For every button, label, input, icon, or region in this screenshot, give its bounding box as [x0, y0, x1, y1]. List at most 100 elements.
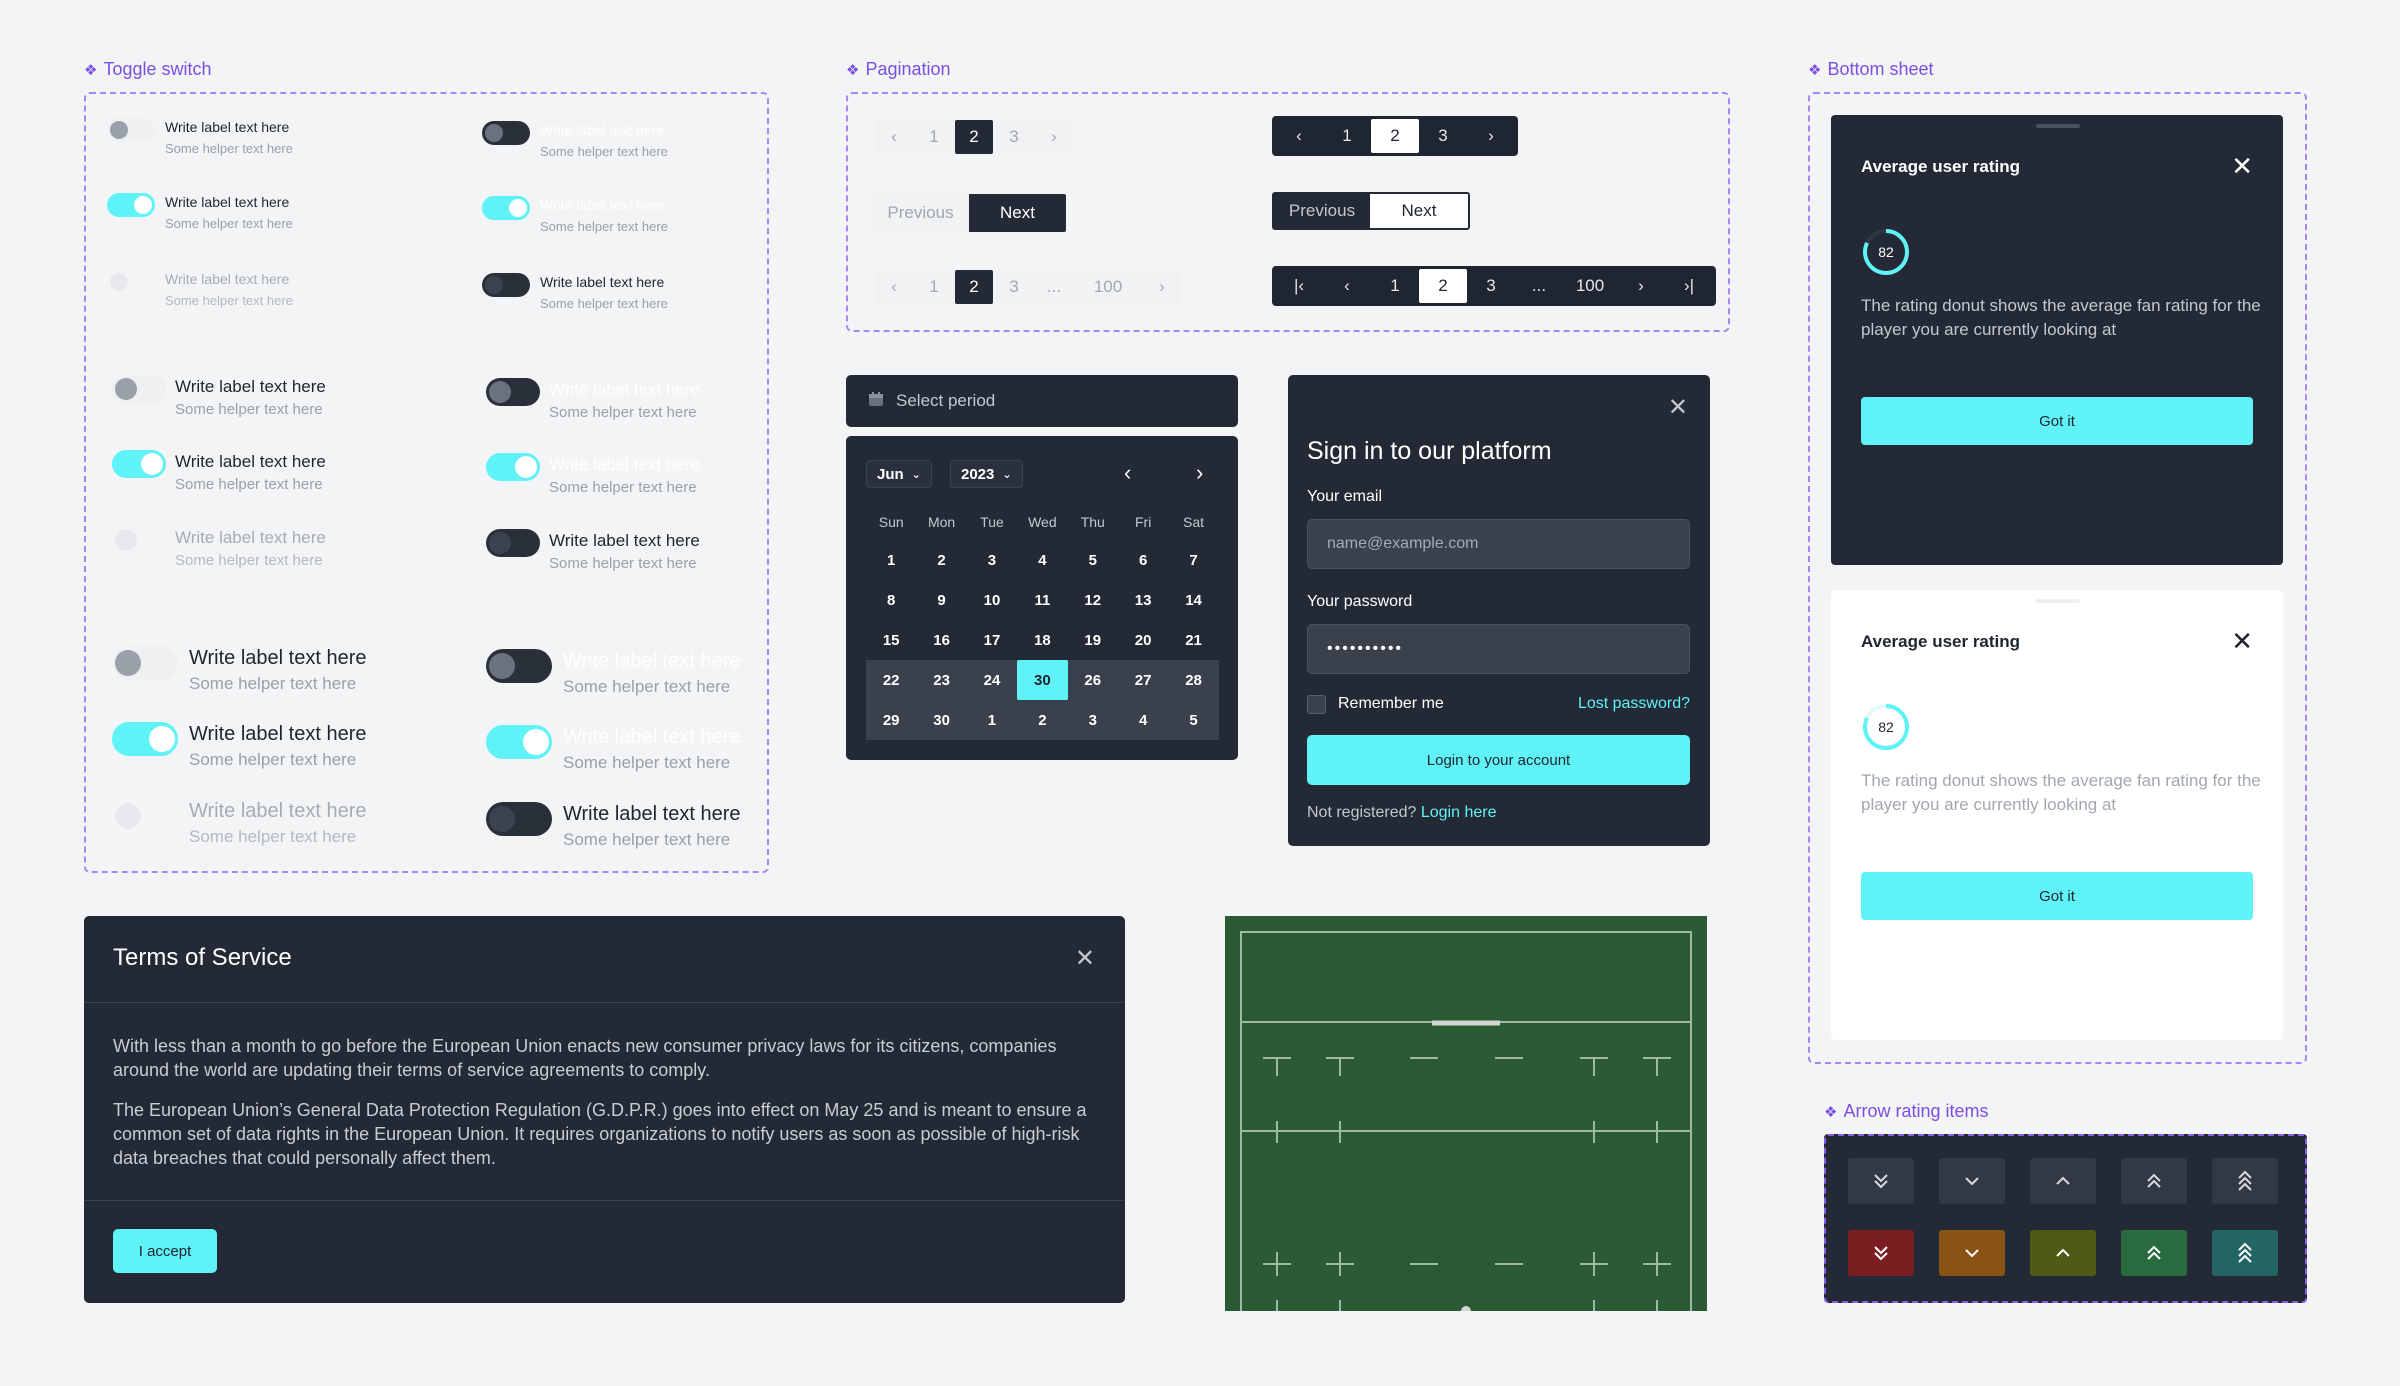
- toggle-track[interactable]: [486, 453, 540, 481]
- calendar-day[interactable]: 2: [916, 540, 966, 580]
- calendar-day-selected[interactable]: 30: [1017, 660, 1068, 700]
- next-button[interactable]: Next: [1370, 194, 1468, 228]
- calendar-day[interactable]: 22: [866, 660, 916, 700]
- page-button-active[interactable]: 2: [1371, 119, 1419, 153]
- calendar-day[interactable]: 21: [1168, 620, 1218, 660]
- calendar-day[interactable]: 9: [916, 580, 966, 620]
- chevron-down-icon[interactable]: [1939, 1230, 2005, 1276]
- calendar-day[interactable]: 30: [916, 700, 966, 740]
- prev-page-button[interactable]: ‹: [1323, 269, 1371, 303]
- toggle-track[interactable]: [112, 646, 178, 680]
- page-button-active[interactable]: 2: [955, 120, 993, 154]
- remember-checkbox[interactable]: [1307, 695, 1326, 714]
- page-button[interactable]: 1: [1323, 119, 1371, 153]
- page-button[interactable]: 3: [1467, 269, 1515, 303]
- next-page-button[interactable]: ›: [1617, 269, 1665, 303]
- page-button[interactable]: 100: [1563, 269, 1617, 303]
- calendar-day[interactable]: 14: [1168, 580, 1218, 620]
- login-button[interactable]: Login to your account: [1307, 735, 1690, 785]
- calendar-day[interactable]: 13: [1118, 580, 1168, 620]
- calendar-day[interactable]: 28: [1168, 660, 1218, 700]
- toggle-track[interactable]: [486, 378, 540, 406]
- got-it-button[interactable]: Got it: [1861, 397, 2253, 445]
- calendar-day[interactable]: 4: [1118, 700, 1168, 740]
- calendar-day[interactable]: 19: [1068, 620, 1118, 660]
- drag-handle[interactable]: [2036, 599, 2080, 603]
- accept-button[interactable]: I accept: [113, 1229, 217, 1273]
- calendar-day[interactable]: 4: [1017, 540, 1067, 580]
- chevron-down-icon[interactable]: [1939, 1158, 2005, 1204]
- calendar-day[interactable]: 5: [1168, 700, 1218, 740]
- calendar-day[interactable]: 16: [916, 620, 966, 660]
- page-button[interactable]: 3: [995, 270, 1033, 304]
- prev-month-icon[interactable]: ‹: [1124, 460, 1131, 486]
- toggle-track[interactable]: [482, 196, 530, 220]
- email-field[interactable]: name@example.com: [1307, 519, 1690, 569]
- password-field[interactable]: ••••••••••: [1307, 624, 1690, 674]
- calendar-day[interactable]: 5: [1068, 540, 1118, 580]
- calendar-day[interactable]: 18: [1017, 620, 1067, 660]
- calendar-day[interactable]: 11: [1017, 580, 1067, 620]
- toggle-track[interactable]: [107, 193, 155, 217]
- calendar-day[interactable]: 7: [1168, 540, 1218, 580]
- previous-button[interactable]: Previous: [1274, 194, 1370, 228]
- toggle-track[interactable]: [482, 121, 530, 145]
- calendar-day[interactable]: 6: [1118, 540, 1168, 580]
- close-icon[interactable]: ✕: [2231, 626, 2253, 657]
- triple-chevron-up-icon[interactable]: [2212, 1230, 2278, 1276]
- page-button[interactable]: 1: [1371, 269, 1419, 303]
- calendar-day[interactable]: 20: [1118, 620, 1168, 660]
- page-button[interactable]: 1: [915, 270, 953, 304]
- double-chevron-down-icon[interactable]: [1848, 1158, 1914, 1204]
- calendar-day[interactable]: 2: [1017, 700, 1067, 740]
- next-page-button[interactable]: ›: [1035, 120, 1073, 154]
- triple-chevron-up-icon[interactable]: [2212, 1158, 2278, 1204]
- close-icon[interactable]: ✕: [1668, 393, 1688, 422]
- next-button[interactable]: Next: [969, 194, 1066, 232]
- calendar-day[interactable]: 17: [967, 620, 1017, 660]
- calendar-day[interactable]: 8: [866, 580, 916, 620]
- calendar-day[interactable]: 26: [1068, 660, 1118, 700]
- page-button[interactable]: 1: [915, 120, 953, 154]
- page-button[interactable]: 3: [995, 120, 1033, 154]
- double-chevron-down-icon[interactable]: [1848, 1230, 1914, 1276]
- double-chevron-up-icon[interactable]: [2121, 1230, 2187, 1276]
- calendar-day[interactable]: 1: [866, 540, 916, 580]
- double-chevron-up-icon[interactable]: [2121, 1158, 2187, 1204]
- prev-page-button[interactable]: ‹: [875, 120, 913, 154]
- calendar-day[interactable]: 23: [916, 660, 966, 700]
- page-button-active[interactable]: 2: [1419, 269, 1467, 303]
- close-icon[interactable]: ✕: [2231, 151, 2253, 182]
- chevron-up-icon[interactable]: [2030, 1230, 2096, 1276]
- toggle-track[interactable]: [112, 375, 166, 403]
- page-button[interactable]: 100: [1075, 270, 1141, 304]
- calendar-day[interactable]: 3: [967, 540, 1017, 580]
- close-icon[interactable]: ✕: [1075, 944, 1095, 973]
- calendar-day[interactable]: 12: [1068, 580, 1118, 620]
- drag-handle[interactable]: [2036, 124, 2080, 128]
- calendar-day[interactable]: 29: [866, 700, 916, 740]
- got-it-button[interactable]: Got it: [1861, 872, 2253, 920]
- page-button[interactable]: 3: [1419, 119, 1467, 153]
- prev-page-button[interactable]: ‹: [875, 270, 913, 304]
- toggle-track[interactable]: [107, 118, 155, 142]
- calendar-day[interactable]: 1: [967, 700, 1017, 740]
- calendar-day[interactable]: 10: [967, 580, 1017, 620]
- calendar-day[interactable]: 24: [967, 660, 1017, 700]
- calendar-day[interactable]: 3: [1068, 700, 1118, 740]
- toggle-track[interactable]: [486, 725, 552, 759]
- login-here-link[interactable]: Login here: [1421, 804, 1497, 821]
- toggle-track[interactable]: [112, 450, 166, 478]
- chevron-up-icon[interactable]: [2030, 1158, 2096, 1204]
- previous-button[interactable]: Previous: [872, 194, 969, 232]
- year-select[interactable]: 2023 ⌄: [950, 460, 1023, 488]
- prev-page-button[interactable]: ‹: [1275, 119, 1323, 153]
- lost-password-link[interactable]: Lost password?: [1578, 695, 1690, 713]
- toggle-track[interactable]: [486, 649, 552, 683]
- calendar-day[interactable]: 15: [866, 620, 916, 660]
- first-page-icon[interactable]: |‹: [1275, 269, 1323, 303]
- next-month-icon[interactable]: ›: [1196, 460, 1203, 486]
- month-select[interactable]: Jun ⌄: [866, 460, 932, 488]
- last-page-icon[interactable]: ›|: [1665, 269, 1713, 303]
- select-period-input[interactable]: Select period: [846, 375, 1238, 427]
